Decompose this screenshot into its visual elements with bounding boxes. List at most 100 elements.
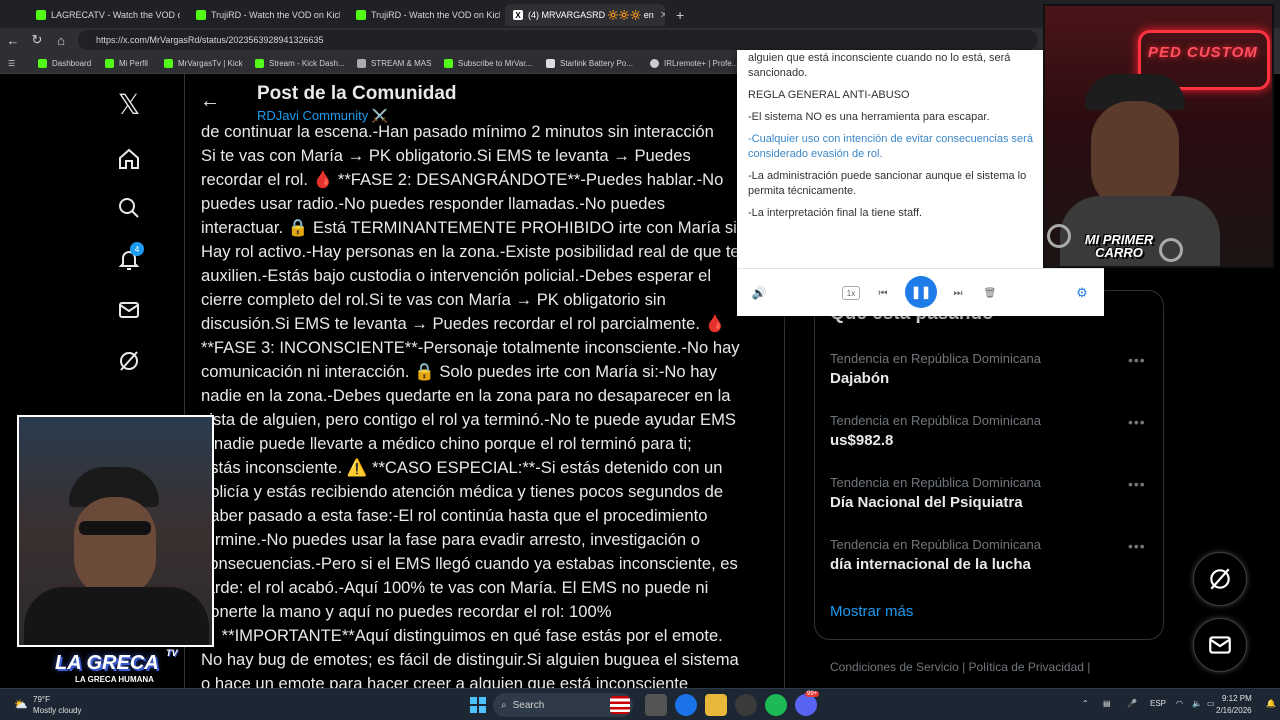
- post-line: de continuar la escena.-Han pasado mínim…: [201, 122, 714, 141]
- browser-tab[interactable]: LAGRECATV - Watch the VOD on K ✕: [28, 4, 180, 26]
- kick-icon: [164, 58, 173, 68]
- more-options-icon[interactable]: •••: [1128, 538, 1146, 554]
- show-more-link[interactable]: Mostrar más: [830, 603, 913, 620]
- post-line: recordar el rol. 🩸 **FASE 2: DESANGRÁNDO…: [201, 170, 724, 189]
- flag-icon[interactable]: [610, 696, 630, 714]
- browser-tab[interactable]: TrujiRD - Watch the VOD on Kick ✕: [348, 4, 500, 26]
- bookmark[interactable]: IRLremote+ | Profe...: [650, 56, 738, 70]
- reload-icon[interactable]: ↻: [28, 31, 46, 49]
- kick-icon: [255, 58, 264, 68]
- pause-button[interactable]: ❚❚: [905, 276, 937, 308]
- grok-icon[interactable]: [112, 344, 146, 378]
- voice-icon[interactable]: 🔊: [749, 283, 769, 303]
- reader-paragraph: -La administración puede sancionar aunqu…: [748, 170, 1027, 197]
- x-logo-icon[interactable]: 𝕏: [112, 87, 146, 121]
- home-icon[interactable]: ⌂: [52, 31, 70, 49]
- menu-icon[interactable]: ☰: [8, 56, 15, 70]
- reader-paragraph: alguien que está inconsciente cuando no …: [748, 52, 1011, 79]
- post-text: de continuar la escena.-Han pasado mínim…: [201, 120, 766, 688]
- weather-temp[interactable]: 79°F: [33, 695, 50, 704]
- task-view-icon[interactable]: [645, 694, 667, 716]
- browser-tab-active[interactable]: X (4) MRVARGASRD 🔆🔆🔆 en ✕: [505, 4, 665, 26]
- bookmark[interactable]: Mi Perfil: [105, 56, 148, 70]
- streamer-logo-text: LA GRECA: [55, 652, 159, 674]
- windows-taskbar: ⛅ 79°F Mostly cloudy ⌕ Search 99+ ⌃ ▤ 🎤 …: [0, 688, 1280, 720]
- url-field[interactable]: https://x.com/MrVargasRd/status/20235639…: [78, 30, 1038, 50]
- bookmark[interactable]: Starlink Battery Po...: [546, 56, 633, 70]
- back-icon[interactable]: ←: [4, 31, 22, 49]
- settings-icon[interactable]: ⚙: [1072, 283, 1092, 303]
- edge-icon[interactable]: [675, 694, 697, 716]
- footer-links[interactable]: Condiciones de Servicio | Política de Pr…: [830, 660, 1090, 674]
- spotify-icon[interactable]: [765, 694, 787, 716]
- trend-name[interactable]: us$982.8: [830, 432, 893, 449]
- more-options-icon[interactable]: •••: [1128, 414, 1146, 430]
- bookmark[interactable]: Stream - Kick Dash...: [255, 56, 345, 70]
- discord-icon[interactable]: [795, 694, 817, 716]
- weather-desc[interactable]: Mostly cloudy: [33, 706, 81, 715]
- post-line: interactuar. 🔒 Está TERMINANTEMENTE PROH…: [201, 218, 742, 237]
- trend-name[interactable]: Día Nacional del Psiquiatra: [830, 494, 1023, 511]
- volume-icon[interactable]: 🔈: [1192, 699, 1202, 708]
- post-line: o hace un emote para hacer creer a algui…: [201, 674, 689, 688]
- post-line: tarde: el rol acabó.-Aquí 100% te vas co…: [201, 578, 709, 597]
- tab-title: LAGRECATV - Watch the VOD on K: [51, 10, 180, 20]
- new-tab-button[interactable]: +: [668, 4, 688, 26]
- chevron-up-icon[interactable]: ⌃: [1082, 699, 1089, 708]
- tab-title: TrujiRD - Watch the VOD on Kick: [211, 10, 340, 20]
- trend-context: Tendencia en República Dominicana: [830, 413, 1042, 428]
- battery-icon[interactable]: ▭: [1207, 699, 1215, 708]
- trend-context: Tendencia en República Dominicana: [830, 537, 1042, 552]
- obs-icon[interactable]: [735, 694, 757, 716]
- wifi-icon[interactable]: ◠: [1176, 699, 1183, 708]
- browser-tab[interactable]: TrujiRD - Watch the VOD on Kick ✕: [188, 4, 340, 26]
- home-icon[interactable]: [112, 142, 146, 176]
- bookmark[interactable]: STREAM & MAS: [357, 56, 431, 70]
- post-line: **FASE 3: INCONSCIENTE**-Personaje total…: [201, 338, 740, 357]
- windows-start-icon[interactable]: [467, 694, 489, 716]
- post-line: ❗**IMPORTANTE**Aquí distinguimos en qué …: [201, 626, 723, 645]
- close-icon[interactable]: ✕: [654, 10, 665, 21]
- post-line: haber pasado a esta fase:-El rol continú…: [201, 506, 708, 525]
- webcam-streamer-left: [17, 415, 214, 647]
- file-explorer-icon[interactable]: [705, 694, 727, 716]
- bookmark[interactable]: Subscribe to MrVar...: [444, 56, 532, 70]
- back-arrow-icon[interactable]: ←: [200, 90, 220, 113]
- messages-icon[interactable]: [112, 293, 146, 327]
- messages-fab[interactable]: [1193, 618, 1247, 672]
- post-line: policía y estás recibiendo atención médi…: [201, 482, 724, 501]
- more-options-icon[interactable]: •••: [1128, 352, 1146, 368]
- more-options-icon[interactable]: •••: [1128, 476, 1146, 492]
- reader-paragraph: REGLA GENERAL ANTI-ABUSO: [748, 89, 910, 101]
- grok-fab[interactable]: [1193, 552, 1247, 606]
- kick-icon: [38, 58, 47, 68]
- irlremote-icon: [650, 58, 659, 68]
- read-aloud-text: alguien que está inconsciente cuando no …: [748, 51, 1044, 261]
- trend-context: Tendencia en República Dominicana: [830, 475, 1042, 490]
- trend-name[interactable]: día internacional de la lucha: [830, 556, 1031, 573]
- trash-icon[interactable]: 🗑: [980, 283, 1000, 303]
- streamer-logo-badge: TV: [166, 648, 178, 658]
- language-indicator[interactable]: ESP: [1150, 699, 1166, 708]
- speed-button[interactable]: 1x: [842, 286, 860, 300]
- trends-panel: [814, 290, 1164, 640]
- next-icon[interactable]: ⏭: [948, 283, 968, 303]
- notification-bell-icon[interactable]: 🔔: [1266, 699, 1276, 708]
- previous-icon[interactable]: ⏮: [873, 283, 893, 303]
- trend-name[interactable]: Dajabón: [830, 370, 889, 387]
- clock-date[interactable]: 2/16/2026: [1216, 706, 1252, 715]
- network-icon[interactable]: ▤: [1103, 699, 1111, 708]
- kick-icon: [196, 10, 206, 20]
- kick-icon: [356, 10, 366, 20]
- weather-icon: ⛅: [14, 698, 28, 711]
- microphone-icon[interactable]: 🎤: [1127, 699, 1137, 708]
- clock-time[interactable]: 9:12 PM: [1222, 694, 1252, 703]
- bookmark[interactable]: MrVargasTv | Kick: [164, 56, 243, 70]
- post-line: Si te vas con María → PK obligatorio.Si …: [201, 146, 691, 165]
- reader-paragraph: -La interpretación final la tiene staff.: [748, 207, 923, 219]
- post-line: nadie en la zona.-Debes quedarte en la z…: [201, 386, 731, 405]
- search-icon[interactable]: [112, 191, 146, 225]
- notification-badge: 4: [130, 242, 144, 256]
- bookmark[interactable]: Dashboard: [38, 56, 91, 70]
- tab-title: TrujiRD - Watch the VOD on Kick: [371, 10, 500, 20]
